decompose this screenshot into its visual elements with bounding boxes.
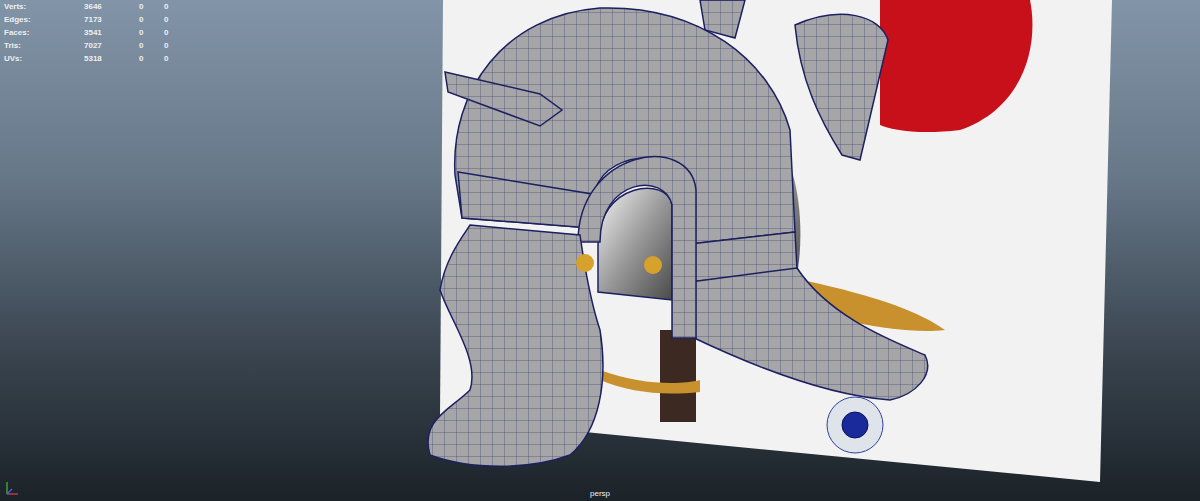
hud-label: Faces:: [4, 28, 84, 38]
hud-value: 7027: [84, 41, 139, 51]
hud-value: 0: [164, 2, 189, 12]
hud-label: Edges:: [4, 15, 84, 25]
hud-value: 0: [139, 15, 164, 25]
hud-value: 0: [139, 28, 164, 38]
hud-value: 7173: [84, 15, 139, 25]
hud-row: Edges:717300: [4, 13, 189, 26]
plume: [880, 0, 1032, 132]
hud-value: 0: [164, 54, 189, 64]
hud-row: Faces:354100: [4, 26, 189, 39]
hud-value: 0: [139, 2, 164, 12]
poly-count-hud: Verts:364600Edges:717300Faces:354100Tris…: [4, 0, 189, 65]
hud-value: 0: [139, 41, 164, 51]
scene-canvas[interactable]: [0, 0, 1200, 501]
hud-label: Tris:: [4, 41, 84, 51]
hud-row: Tris:702700: [4, 39, 189, 52]
neck-guard[interactable]: [690, 268, 928, 400]
selected-knob-center: [842, 412, 868, 438]
selected-knob[interactable]: [827, 397, 883, 453]
rivet: [644, 256, 662, 274]
ear-arch[interactable]: [578, 157, 696, 338]
brow-band[interactable]: [458, 172, 592, 228]
viewport[interactable]: Verts:364600Edges:717300Faces:354100Tris…: [0, 0, 1200, 501]
cheek-guard[interactable]: [428, 225, 603, 466]
hud-label: UVs:: [4, 54, 84, 64]
stand: [660, 330, 696, 422]
hud-label: Verts:: [4, 2, 84, 12]
hud-value: 0: [164, 28, 189, 38]
hud-value: 5318: [84, 54, 139, 64]
axis-icon: [4, 479, 22, 497]
gold-rim: [600, 370, 700, 394]
helmet-model[interactable]: [428, 0, 928, 466]
hud-value: 0: [164, 41, 189, 51]
hud-value: 3646: [84, 2, 139, 12]
rivet: [576, 254, 594, 272]
crest-holder[interactable]: [795, 14, 888, 160]
hud-row: UVs:531800: [4, 52, 189, 65]
camera-label: persp: [0, 489, 1200, 499]
hud-row: Verts:364600: [4, 0, 189, 13]
visor[interactable]: [445, 72, 562, 126]
hud-value: 0: [139, 54, 164, 64]
hud-value: 3541: [84, 28, 139, 38]
hud-value: 0: [164, 15, 189, 25]
